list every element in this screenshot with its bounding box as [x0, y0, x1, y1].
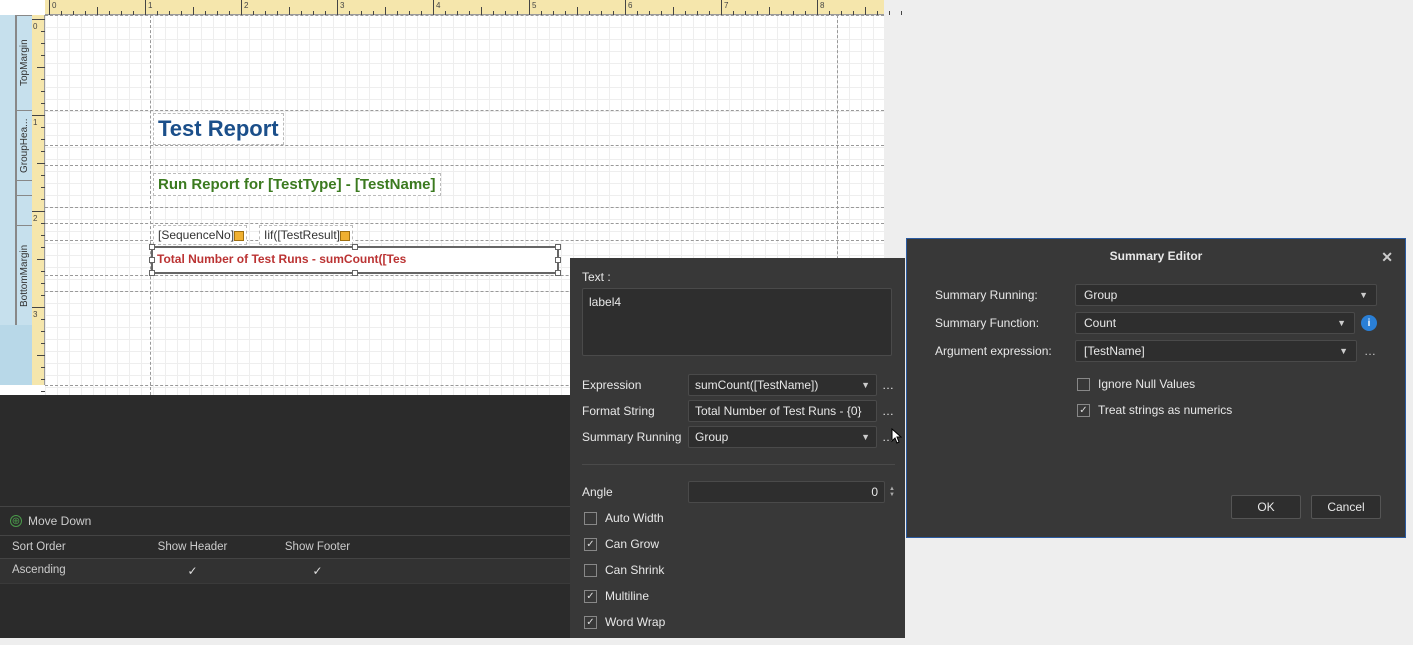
label-group-header[interactable]: Run Report for [TestType] - [TestName]	[153, 173, 441, 196]
multiline-check[interactable]: ✓Multiline	[582, 583, 895, 609]
can-grow-check[interactable]: ✓Can Grow	[582, 531, 895, 557]
dlg-argument-expression-input[interactable]: [TestName]▼	[1075, 340, 1357, 362]
smart-tag-icon[interactable]	[234, 231, 244, 241]
cell-sort-order[interactable]: Ascending	[0, 559, 130, 583]
info-icon[interactable]: i	[1361, 315, 1377, 331]
summary-running-input[interactable]: Group▼	[688, 426, 877, 448]
auto-width-check[interactable]: Auto Width	[582, 505, 895, 531]
ok-button[interactable]: OK	[1231, 495, 1301, 519]
dlg-argument-ellipsis[interactable]: …	[1363, 344, 1377, 358]
dlg-summary-running-input[interactable]: Group▼	[1075, 284, 1377, 306]
ignore-null-check[interactable]: Ignore Null Values	[1075, 371, 1377, 397]
plus-icon: ⊕	[10, 515, 22, 527]
dlg-argument-expression-label: Argument expression:	[935, 344, 1075, 358]
cell-show-footer[interactable]	[255, 559, 380, 583]
horizontal-ruler: for(let i=0;i<9;i++){document.write('<di…	[45, 0, 884, 15]
chevron-down-icon[interactable]: ▼	[1339, 341, 1348, 361]
label-summary-selected[interactable]: Total Number of Test Runs - sumCount([Te…	[151, 246, 559, 274]
treat-strings-check[interactable]: ✓Treat strings as numerics	[1075, 397, 1377, 423]
expression-ellipsis[interactable]: …	[881, 378, 895, 392]
format-string-label: Format String	[582, 404, 688, 418]
angle-input[interactable]: 0	[688, 481, 885, 503]
check-icon	[312, 564, 322, 578]
col-show-footer: Show Footer	[255, 536, 380, 558]
chevron-down-icon[interactable]: ▼	[861, 375, 870, 395]
move-down-label: Move Down	[28, 514, 91, 528]
summary-running-ellipsis[interactable]: …	[881, 430, 895, 444]
cancel-button[interactable]: Cancel	[1311, 495, 1381, 519]
col-show-header: Show Header	[130, 536, 255, 558]
label-summary-text: Total Number of Test Runs - sumCount([Te…	[157, 252, 406, 266]
band-tabs: TopMargin GroupHea... BottomMargin	[0, 15, 32, 385]
angle-label: Angle	[582, 485, 688, 499]
text-value: label4	[589, 295, 621, 309]
grid-row[interactable]: Ascending	[0, 559, 570, 584]
label-sequence-no[interactable]: [SequenceNo]	[153, 225, 247, 245]
band-tab-bottommargin[interactable]: BottomMargin	[16, 225, 32, 325]
format-string-ellipsis[interactable]: …	[881, 404, 895, 418]
dlg-summary-running-label: Summary Running:	[935, 288, 1075, 302]
dialog-title: Summary Editor ✕	[907, 239, 1405, 273]
close-icon[interactable]: ✕	[1381, 249, 1393, 266]
label-iif[interactable]: Iif([TestResult]	[259, 225, 353, 245]
smart-tag-icon[interactable]	[340, 231, 350, 241]
summary-running-label: Summary Running	[582, 430, 688, 444]
checkbox-icon	[584, 512, 597, 525]
band-tab-groupheader[interactable]: GroupHea...	[16, 110, 32, 180]
text-label: Text :	[582, 270, 895, 284]
band-tab-detail[interactable]	[16, 180, 32, 195]
checkbox-icon: ✓	[584, 538, 597, 551]
vertical-ruler: for(let i=0;i<4;i++){document.write('<di…	[32, 15, 45, 385]
label-title[interactable]: Test Report	[153, 113, 284, 145]
check-icon	[187, 564, 197, 578]
summary-editor-dialog: Summary Editor ✕ Summary Running: Group▼…	[906, 238, 1406, 538]
expression-input[interactable]: sumCount([TestName])▼	[688, 374, 877, 396]
col-sort-order: Sort Order	[0, 536, 130, 558]
chevron-down-icon[interactable]: ▼	[1337, 313, 1346, 333]
dlg-summary-function-input[interactable]: Count▼	[1075, 312, 1355, 334]
expression-label: Expression	[582, 378, 688, 392]
checkbox-icon	[1077, 378, 1090, 391]
label-sequence-no-text: [SequenceNo]	[158, 228, 234, 242]
text-input[interactable]: label4	[582, 288, 892, 356]
label-iif-text: Iif([TestResult]	[264, 228, 340, 242]
word-wrap-check[interactable]: ✓Word Wrap	[582, 609, 895, 635]
checkbox-icon: ✓	[584, 590, 597, 603]
cell-show-header[interactable]	[130, 559, 255, 583]
group-sort-panel: ⊕ Move Down Sort Order Show Header Show …	[0, 395, 570, 638]
checkbox-icon	[584, 564, 597, 577]
grid-header: Sort Order Show Header Show Footer	[0, 536, 570, 559]
angle-spinner[interactable]: ▲▼	[889, 486, 895, 498]
band-tab-topmargin[interactable]: TopMargin	[16, 15, 32, 110]
chevron-down-icon[interactable]: ▼	[1359, 285, 1368, 305]
chevron-down-icon[interactable]: ▼	[861, 427, 870, 447]
band-tab-groupfooter[interactable]	[16, 195, 32, 225]
move-down-button[interactable]: ⊕ Move Down	[0, 506, 570, 536]
dlg-summary-function-label: Summary Function:	[935, 316, 1075, 330]
checkbox-icon: ✓	[1077, 404, 1090, 417]
format-string-input[interactable]: Total Number of Test Runs - {0}	[688, 400, 877, 422]
can-shrink-check[interactable]: Can Shrink	[582, 557, 895, 583]
checkbox-icon: ✓	[584, 616, 597, 629]
properties-panel: Text : label4 Expression sumCount([TestN…	[570, 258, 905, 638]
